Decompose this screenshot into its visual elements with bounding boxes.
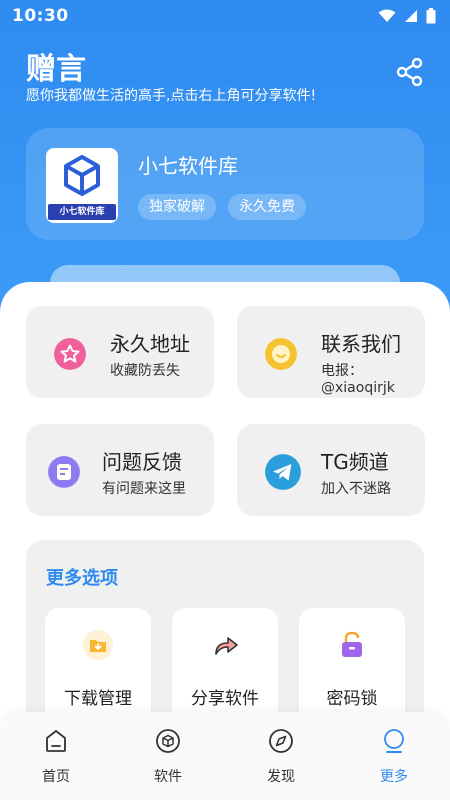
tile-subtitle: 加入不迷路 xyxy=(321,481,391,497)
tile-contact-us[interactable]: 联系我们 电报：@xiaoqirjk xyxy=(237,306,425,398)
option-label: 下载管理 xyxy=(64,689,132,709)
compass-icon xyxy=(269,729,293,753)
lock-icon xyxy=(342,631,362,657)
battery-icon xyxy=(426,8,436,24)
star-icon xyxy=(54,338,86,370)
share-arrow-icon xyxy=(215,637,238,655)
option-label: 密码锁 xyxy=(326,689,378,709)
tile-subtitle: 收藏防丢失 xyxy=(110,363,180,379)
app-tag: 独家破解 xyxy=(138,194,216,220)
page-subtitle: 愿你我都做生活的高手,点击右上角可分享软件! xyxy=(26,88,317,104)
tile-title: 永久地址 xyxy=(110,332,190,356)
wifi-icon xyxy=(378,9,396,22)
app-logo-text: 小七软件库 xyxy=(48,204,116,220)
app-name: 小七软件库 xyxy=(138,154,238,178)
app-info-card: 小七软件库 小七软件库 独家破解 永久免费 xyxy=(26,128,424,240)
feedback-icon xyxy=(48,456,80,488)
tab-label: 发现 xyxy=(267,769,295,785)
tab-home[interactable]: 首页 xyxy=(16,728,96,786)
tab-software[interactable]: 软件 xyxy=(128,728,208,786)
tab-label: 更多 xyxy=(380,769,408,785)
tile-tg-channel[interactable]: TG频道 加入不迷路 xyxy=(237,424,425,516)
cube-icon xyxy=(156,729,180,753)
chat-icon xyxy=(265,338,297,370)
status-bar: 10:30 xyxy=(0,0,450,32)
page-title: 赠言 xyxy=(26,52,86,87)
tile-subtitle: 电报：@xiaoqirjk xyxy=(321,363,395,396)
more-options-card: 更多选项 下载管理 分享软件 密码锁 xyxy=(26,540,424,740)
signal-icon xyxy=(405,10,417,22)
status-icons xyxy=(378,8,436,24)
tab-more[interactable]: 更多 xyxy=(354,728,434,786)
tile-feedback[interactable]: 问题反馈 有问题来这里 xyxy=(26,424,214,516)
app-tag: 永久免费 xyxy=(228,194,306,220)
more-options-title: 更多选项 xyxy=(46,568,118,589)
option-label: 分享软件 xyxy=(191,689,259,709)
download-folder-icon xyxy=(83,630,113,660)
status-time: 10:30 xyxy=(12,6,69,26)
app-logo: 小七软件库 xyxy=(46,148,118,223)
share-icon[interactable] xyxy=(396,58,424,86)
home-icon xyxy=(46,730,66,752)
tile-title: TG频道 xyxy=(321,450,389,474)
tab-label: 软件 xyxy=(154,769,182,785)
telegram-icon xyxy=(265,454,301,490)
tile-subtitle: 有问题来这里 xyxy=(102,481,186,497)
tab-label: 首页 xyxy=(42,769,70,785)
tile-title: 联系我们 xyxy=(321,332,401,356)
bottom-tab-bar: 首页 软件 发现 更多 xyxy=(0,712,450,800)
cube-logo-icon xyxy=(64,155,100,196)
tile-title: 问题反馈 xyxy=(102,450,182,474)
more-icon xyxy=(384,729,404,753)
tile-permanent-address[interactable]: 永久地址 收藏防丢失 xyxy=(26,306,214,398)
tab-discover[interactable]: 发现 xyxy=(241,728,321,786)
